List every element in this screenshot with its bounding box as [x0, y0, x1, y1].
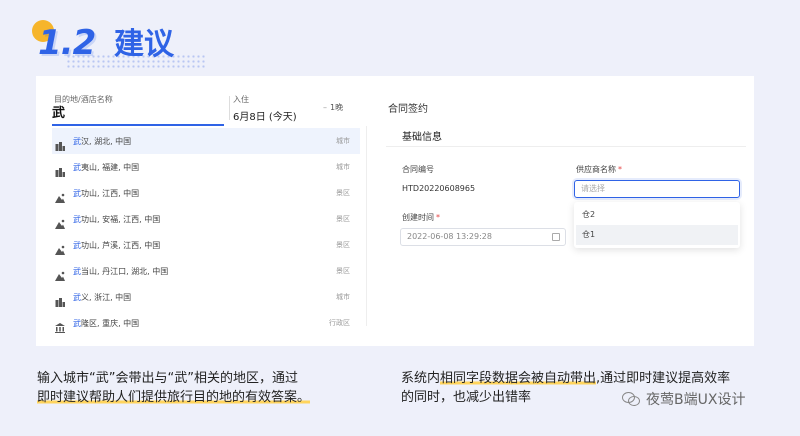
heading-title: 建议 [114, 27, 174, 62]
supplier-option[interactable]: 仓2 [576, 205, 738, 225]
suggestion-rest: 汉, 湖北, 中国 [81, 136, 132, 146]
suggestion-rest: 隆区, 重庆, 中国 [81, 318, 140, 328]
mountain-icon [55, 240, 65, 255]
watermark-text: 夜莺B端UX设计 [646, 392, 746, 408]
left-caption-line1: 输入城市“武”会带出与“武”相关的地区，通过 [37, 371, 298, 386]
right-caption-plain: 系统内 [401, 371, 441, 386]
suggestion-type: 景区 [336, 215, 350, 223]
suggestion-list: 武汉, 湖北, 中国 城市 武夷山, 福建, 中国 城市 武功山, 江西, 中国 景区 武功… [52, 128, 360, 336]
city-icon [55, 162, 65, 177]
suggestion-item[interactable]: 武功山, 芦溪, 江西, 中国 景区 [52, 232, 360, 258]
checkin-date[interactable]: 6月8日 (今天) [233, 108, 297, 123]
suggestion-name: 武义, 浙江, 中国 [73, 292, 131, 303]
heading-number: 1.2 [38, 23, 96, 63]
suggestion-name: 武汉, 湖北, 中国 [73, 136, 131, 147]
nights-count[interactable]: –1晚 [323, 102, 343, 113]
contract-form: 合同签约 基础信息 合同编号 HTD20220608965 创建时间 * 2022… [386, 76, 746, 346]
hotel-search-panel: 目的地/酒店名称 武 入住 6月8日 (今天) –1晚 武汉, 湖北, 中国 城市… [52, 76, 366, 346]
supplier-dropdown: 仓2 仓1 [574, 202, 740, 248]
contract-no-label: 合同编号 [402, 165, 434, 174]
required-mark: * [618, 165, 622, 174]
suggestion-item[interactable]: 武功山, 安福, 江西, 中国 景区 [52, 206, 360, 232]
nights-value: 1晚 [330, 103, 344, 112]
wechat-icon [622, 392, 640, 406]
suggestion-name: 武功山, 安福, 江西, 中国 [73, 214, 160, 225]
suggestion-rest: 义, 浙江, 中国 [81, 292, 132, 302]
form-title: 合同签约 [388, 104, 428, 115]
suggestion-item[interactable]: 武汉, 湖北, 中国 城市 [52, 128, 360, 154]
suggestion-name: 武功山, 江西, 中国 [73, 188, 139, 199]
suggestion-rest: 功山, 安福, 江西, 中国 [81, 214, 161, 224]
left-caption-line2: 即时建议帮助人们提供旅行目的地的有效答案。 [37, 390, 311, 405]
section-heading: 1.2 建议 [28, 14, 228, 68]
suggestion-name: 武隆区, 重庆, 中国 [73, 318, 139, 329]
right-caption-rest: ,通过即时建议提高效率 [596, 371, 731, 386]
suggestion-highlight: 武 [73, 188, 81, 198]
suggestion-item[interactable]: 武义, 浙江, 中国 城市 [52, 284, 360, 310]
suggestion-highlight: 武 [73, 136, 81, 146]
suggestion-highlight: 武 [73, 214, 81, 224]
field-divider [229, 96, 230, 120]
supplier-option[interactable]: 仓1 [576, 225, 738, 245]
dash-icon: – [323, 103, 327, 112]
suggestion-rest: 功山, 芦溪, 江西, 中国 [81, 240, 161, 250]
suggestion-type: 景区 [336, 267, 350, 275]
contract-no-value: HTD20220608965 [402, 184, 476, 193]
suggestion-type: 行政区 [329, 319, 350, 327]
suggestion-rest: 夷山, 福建, 中国 [81, 162, 140, 172]
suggestion-item[interactable]: 武隆区, 重庆, 中国 行政区 [52, 310, 360, 336]
created-date-value: 2022-06-08 13:29:28 [407, 232, 492, 241]
watermark: 夜莺B端UX设计 [622, 389, 745, 409]
supplier-select[interactable]: 请选择 [574, 180, 740, 198]
suggestion-type: 城市 [336, 163, 350, 171]
suggestion-highlight: 武 [73, 292, 81, 302]
district-icon [55, 318, 65, 333]
mountain-icon [55, 266, 65, 281]
destination-query: 武 [52, 106, 66, 121]
panel-divider [366, 126, 367, 326]
suggestion-highlight: 武 [73, 162, 81, 172]
suggestion-highlight: 武 [73, 266, 81, 276]
supplier-label: 供应商名称 * [576, 164, 622, 175]
suggestion-type: 景区 [336, 241, 350, 249]
created-label: 创建时间 * [402, 212, 440, 223]
supplier-label-text: 供应商名称 [576, 165, 616, 174]
left-caption: 输入城市“武”会带出与“武”相关的地区，通过 即时建议帮助人们提供旅行目的地的有… [37, 369, 311, 407]
suggestion-type: 城市 [336, 293, 350, 301]
suggestion-rest: 当山, 丹江口, 湖北, 中国 [81, 266, 169, 276]
suggestion-item[interactable]: 武夷山, 福建, 中国 城市 [52, 154, 360, 180]
right-caption-highlight: 相同字段数据会被自动带出 [440, 371, 597, 386]
city-icon [55, 136, 65, 151]
demo-card: 目的地/酒店名称 武 入住 6月8日 (今天) –1晚 武汉, 湖北, 中国 城市… [36, 76, 754, 346]
suggestion-name: 武夷山, 福建, 中国 [73, 162, 139, 173]
suggestion-item[interactable]: 武当山, 丹江口, 湖北, 中国 景区 [52, 258, 360, 284]
suggestion-highlight: 武 [73, 318, 81, 328]
suggestion-name: 武功山, 芦溪, 江西, 中国 [73, 240, 160, 251]
suggestion-highlight: 武 [73, 240, 81, 250]
suggestion-type: 城市 [336, 137, 350, 145]
city-icon [55, 292, 65, 307]
supplier-placeholder: 请选择 [581, 184, 605, 193]
required-mark: * [436, 213, 440, 222]
mountain-icon [55, 188, 65, 203]
section-divider [386, 146, 746, 147]
calendar-icon [552, 233, 560, 241]
mountain-icon [55, 214, 65, 229]
checkin-label: 入住 [233, 95, 249, 104]
suggestion-rest: 功山, 江西, 中国 [81, 188, 140, 198]
destination-input[interactable]: 武 [52, 102, 224, 126]
created-label-text: 创建时间 [402, 213, 434, 222]
suggestion-name: 武当山, 丹江口, 湖北, 中国 [73, 266, 168, 277]
suggestion-item[interactable]: 武功山, 江西, 中国 景区 [52, 180, 360, 206]
created-date-field[interactable]: 2022-06-08 13:29:28 [400, 228, 566, 246]
suggestion-type: 景区 [336, 189, 350, 197]
section-title: 基础信息 [402, 132, 442, 143]
